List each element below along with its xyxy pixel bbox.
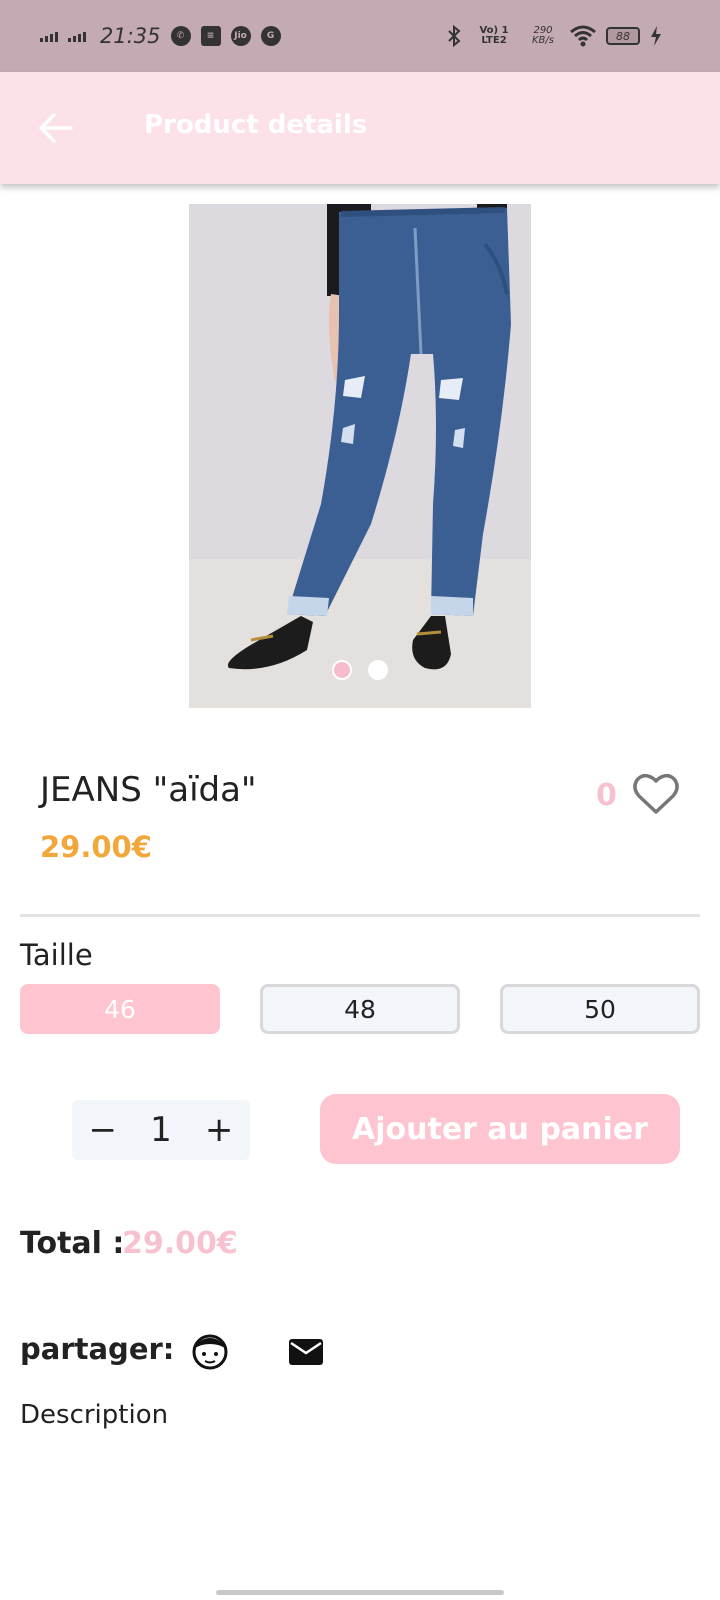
product-price: 29.00€	[40, 830, 152, 864]
carousel-dot[interactable]	[368, 660, 388, 680]
decrement-button[interactable]: −	[89, 1110, 118, 1150]
divider	[20, 914, 700, 917]
total-value: 29.00€	[122, 1226, 238, 1261]
product-image-carousel[interactable]	[189, 204, 531, 708]
whatsapp-icon: ✆	[170, 26, 191, 46]
wifi-icon	[570, 25, 596, 47]
product-image	[189, 204, 531, 708]
back-button[interactable]	[30, 102, 82, 154]
charging-icon	[651, 26, 661, 46]
battery-icon: 88	[606, 27, 640, 45]
description-heading: Description	[20, 1400, 169, 1430]
like-count: 0	[596, 778, 617, 813]
product-name: JEANS "aïda"	[40, 770, 257, 810]
status-bar-right: Vo) 1 LTE2 290 KB/s 88	[446, 0, 662, 72]
page-title: Product details	[144, 110, 368, 140]
facebook-icon	[192, 1334, 228, 1370]
mail-icon	[289, 1339, 323, 1365]
jio-icon: Jio	[230, 26, 251, 46]
network-type: Vo) 1 LTE2	[479, 25, 509, 46]
share-label: partager:	[20, 1332, 175, 1366]
network-speed: 290 KB/s	[532, 25, 554, 46]
notes-icon: ≡	[200, 26, 221, 46]
heart-icon	[633, 774, 679, 814]
size-option-48[interactable]: 48	[260, 984, 460, 1034]
status-time: 21:35	[100, 24, 161, 48]
bluetooth-icon	[448, 24, 461, 48]
increment-button[interactable]: +	[205, 1110, 234, 1150]
quantity-stepper: − 1 +	[72, 1100, 250, 1160]
add-to-cart-button[interactable]: Ajouter au panier	[320, 1094, 680, 1164]
favorite-button[interactable]	[632, 770, 680, 818]
share-mail-button[interactable]	[286, 1332, 326, 1372]
home-indicator[interactable]	[216, 1590, 504, 1595]
share-facebook-button[interactable]	[190, 1332, 230, 1372]
status-bar: 21:35 ✆ ≡ Jio G Vo) 1 LTE2 290 KB/s 88	[0, 0, 720, 72]
signal-icon-2	[68, 30, 86, 42]
total-label: Total :	[20, 1226, 125, 1261]
app-bar: Product details	[0, 72, 720, 184]
carousel-dot-active[interactable]	[332, 660, 352, 680]
g-icon: G	[260, 26, 281, 46]
size-option-50[interactable]: 50	[500, 984, 700, 1034]
size-heading: Taille	[20, 938, 93, 972]
status-bar-left: 21:35 ✆ ≡ Jio G	[40, 0, 281, 72]
size-option-46[interactable]: 46	[20, 984, 220, 1034]
arrow-left-icon	[39, 113, 73, 143]
signal-icon	[40, 30, 58, 42]
quantity-value: 1	[150, 1110, 172, 1150]
